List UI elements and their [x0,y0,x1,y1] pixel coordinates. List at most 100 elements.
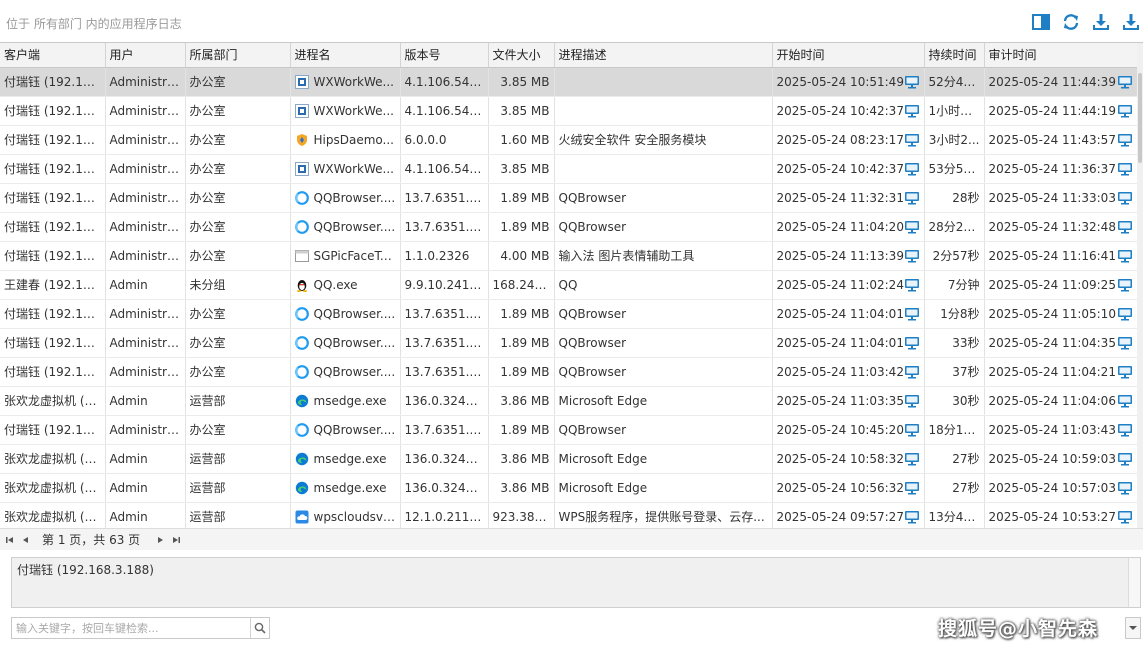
monitor-icon[interactable] [1117,336,1133,350]
table-row[interactable]: 付瑞钰 (192.16... Administra... 办公室 QQBrowser.… [0,328,1138,358]
process-name-text: HipsDaemo... [313,132,394,147]
table-row[interactable]: 张欢龙虚拟机 (1... Admin 运营部 msedge.exe 136.0.3240… [0,386,1138,416]
last-page-icon[interactable] [170,534,182,546]
cell-version: 136.0.3240.92 [400,473,489,503]
monitor-icon[interactable] [904,452,920,466]
table-row[interactable]: 付瑞钰 (192.16... Administra... 办公室 QQBrowser.… [0,415,1138,445]
download-icon[interactable] [1091,12,1111,32]
table-row[interactable]: 张欢龙虚拟机 (1... Admin 运营部 msedge.exe 136.0.3240… [0,444,1138,474]
monitor-icon[interactable] [904,307,920,321]
monitor-icon[interactable] [904,336,920,350]
start-time-text: 2025-05-24 10:58:32 [776,451,904,466]
search-button[interactable] [250,618,269,638]
cell-department: 运营部 [185,444,291,474]
table-row[interactable]: 付瑞钰 (192.16... Administra... 办公室 QQBrowser.… [0,212,1138,242]
monitor-icon[interactable] [904,365,920,379]
cell-user: Administra... [105,328,186,358]
process-name-text: WXWorkWe... [313,103,394,118]
cell-department: 运营部 [185,502,291,528]
monitor-icon[interactable] [904,191,920,205]
table-body: 付瑞钰 (192.16... Administra... 办公室 WXWorkWe..… [0,67,1138,528]
monitor-icon[interactable] [1117,249,1133,263]
column-header-client[interactable]: 客户端 [0,43,106,68]
cell-department: 办公室 [185,212,291,242]
table-row[interactable]: 付瑞钰 (192.16... Administra... 办公室 WXWorkWe..… [0,96,1138,126]
monitor-icon[interactable] [1117,162,1133,176]
monitor-icon[interactable] [904,278,920,292]
monitor-icon[interactable] [1117,191,1133,205]
monitor-icon[interactable] [1117,307,1133,321]
monitor-icon[interactable] [1117,104,1133,118]
table-row[interactable]: 张欢龙虚拟机 (1... Admin 运营部 wpscloudsvr... 12.1.0… [0,502,1138,528]
process-name-text: QQBrowser.... [313,335,396,350]
column-header-process-description[interactable]: 进程描述 [554,43,773,68]
grid-vertical-scrollbar[interactable] [1137,43,1143,528]
cell-version: 1.1.0.2326 [400,241,489,271]
refresh-icon[interactable] [1061,12,1081,32]
cell-duration: 30秒 [924,386,985,416]
column-header-start-time[interactable]: 开始时间 [772,43,925,68]
watermark: 搜狐号@小智先森 [938,618,1099,640]
column-header-version[interactable]: 版本号 [400,43,489,68]
monitor-icon[interactable] [904,104,920,118]
start-time-text: 2025-05-24 11:02:24 [776,277,904,292]
columns-layout-icon[interactable] [1031,12,1051,32]
search-input[interactable] [12,618,250,638]
dropdown-button[interactable] [1125,617,1141,639]
monitor-icon[interactable] [904,75,920,89]
cell-file-size: 3.86 MB [488,473,555,503]
column-header-process-name[interactable]: 进程名 [290,43,401,68]
table-row[interactable]: 付瑞钰 (192.16... Administra... 办公室 WXWorkWe..… [0,154,1138,184]
cell-process-description: QQ [554,270,773,300]
column-header-file-size[interactable]: 文件大小 [488,43,555,68]
table-row[interactable]: 付瑞钰 (192.16... Administra... 办公室 HipsDaemo.… [0,125,1138,155]
monitor-icon[interactable] [904,249,920,263]
page-indicator: 第 1 页，共 63 页 [42,533,141,547]
next-page-icon[interactable] [154,534,166,546]
table-row[interactable]: 张欢龙虚拟机 (1... Admin 运营部 msedge.exe 136.0.3240… [0,473,1138,503]
monitor-icon[interactable] [1117,452,1133,466]
monitor-icon[interactable] [904,220,920,234]
prev-page-icon[interactable] [20,534,32,546]
monitor-icon[interactable] [1117,278,1133,292]
monitor-icon[interactable] [1117,481,1133,495]
column-header-duration[interactable]: 持续时间 [924,43,985,68]
table-row[interactable]: 王建春 (192.16... Admin 未分组 QQ.exe 9.9.10.24108… [0,270,1138,300]
cell-process-description: Microsoft Edge [554,444,773,474]
table-row[interactable]: 付瑞钰 (192.16... Administra... 办公室 QQBrowser.… [0,299,1138,329]
column-header-user[interactable]: 用户 [105,43,186,68]
detail-scrollbar[interactable] [1128,558,1140,607]
cell-audit-time: 2025-05-24 10:59:03 [984,444,1138,474]
process-name-text: WXWorkWe... [313,161,394,176]
monitor-icon[interactable] [904,394,920,408]
cell-department: 办公室 [185,67,291,97]
monitor-icon[interactable] [904,423,920,437]
cell-department: 办公室 [185,299,291,329]
cell-user: Admin [105,270,186,300]
monitor-icon[interactable] [1117,423,1133,437]
table-row[interactable]: 付瑞钰 (192.16... Administra... 办公室 WXWorkWe..… [0,67,1138,97]
monitor-icon[interactable] [904,162,920,176]
export-download-icon[interactable] [1121,12,1141,32]
first-page-icon[interactable] [4,534,16,546]
monitor-icon[interactable] [1117,220,1133,234]
monitor-icon[interactable] [904,510,920,524]
monitor-icon[interactable] [1117,510,1133,524]
table-row[interactable]: 付瑞钰 (192.16... Administra... 办公室 QQBrowser.… [0,357,1138,387]
monitor-icon[interactable] [1117,365,1133,379]
table-row[interactable]: 付瑞钰 (192.16... Administra... 办公室 QQBrowser.… [0,183,1138,213]
cell-audit-time: 2025-05-24 11:44:39 [984,67,1138,97]
column-header-department[interactable]: 所属部门 [185,43,291,68]
audit-time-text: 2025-05-24 11:16:41 [988,248,1116,263]
column-header-audit-time[interactable]: 审计时间 [984,43,1138,68]
monitor-icon[interactable] [1117,133,1133,147]
scrollbar-thumb[interactable] [1138,73,1142,163]
monitor-icon[interactable] [1117,394,1133,408]
table-row[interactable]: 付瑞钰 (192.16... Administra... 办公室 SGPicFaceT… [0,241,1138,271]
monitor-icon[interactable] [904,481,920,495]
monitor-icon[interactable] [1117,75,1133,89]
process-name-text: WXWorkWe... [313,74,394,89]
monitor-icon[interactable] [904,133,920,147]
cell-duration: 1小时1分 [924,96,985,126]
cell-version: 4.1.106.5434 [400,154,489,184]
